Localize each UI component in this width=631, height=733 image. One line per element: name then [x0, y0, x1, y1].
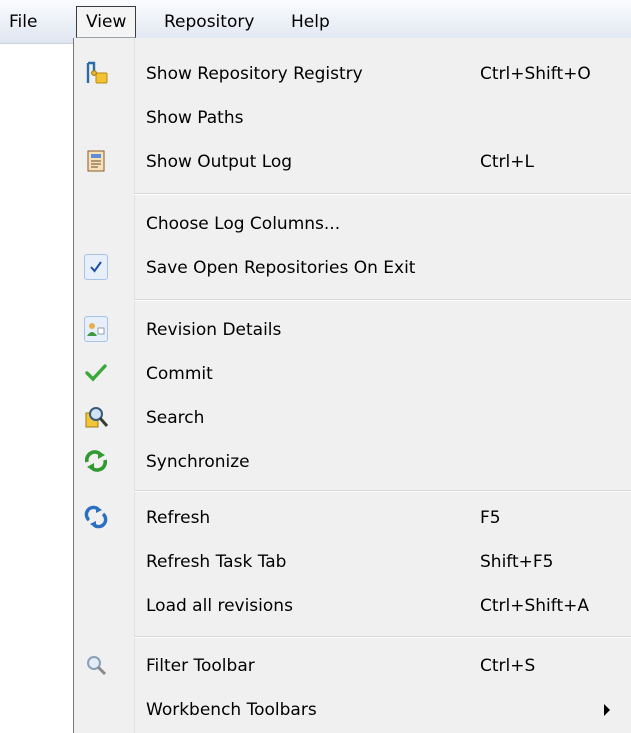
menu-separator	[134, 636, 631, 638]
submenu-arrow-icon	[604, 704, 610, 716]
menu-item-revision-details[interactable]: Revision Details	[74, 308, 631, 352]
menu-repository[interactable]: Repository	[155, 6, 263, 38]
menu-item-workbench-toolbars[interactable]: Workbench Toolbars	[74, 688, 631, 732]
filter-icon	[83, 652, 109, 678]
menu-item-show-paths[interactable]: Show Paths	[74, 96, 631, 140]
menu-item-label: Show Paths	[146, 108, 244, 128]
menu-item-label: Show Output Log	[146, 152, 293, 172]
menu-item-save-open-repositories-on-exit[interactable]: Save Open Repositories On Exit	[74, 246, 631, 290]
menu-separator	[134, 490, 631, 492]
menu-item-label: Refresh	[146, 508, 211, 528]
menu-file[interactable]: File	[0, 6, 46, 38]
menu-item-label: Revision Details	[146, 320, 282, 340]
search-icon	[83, 404, 109, 430]
menu-item-show-repository-registry[interactable]: Show Repository Registry Ctrl+Shift+O	[74, 52, 631, 96]
shortcut-label: Shift+F5	[480, 552, 554, 572]
menu-item-search[interactable]: Search	[74, 396, 631, 440]
synchronize-icon	[83, 448, 109, 474]
refresh-icon	[83, 504, 109, 530]
menu-item-label: Filter Toolbar	[146, 656, 255, 676]
revision-details-icon	[83, 316, 109, 342]
commit-icon	[83, 360, 109, 386]
menu-item-label: Show Repository Registry	[146, 64, 363, 84]
output-log-icon	[83, 148, 109, 174]
menu-separator	[134, 299, 631, 301]
shortcut-label: Ctrl+L	[480, 152, 534, 172]
shortcut-label: Ctrl+S	[480, 656, 536, 676]
menu-item-label: Synchronize	[146, 452, 250, 472]
menu-item-choose-log-columns[interactable]: Choose Log Columns...	[74, 202, 631, 246]
menu-item-label: Workbench Toolbars	[146, 700, 317, 720]
menu-item-label: Choose Log Columns...	[146, 214, 341, 234]
menu-separator	[134, 193, 631, 195]
checkmark-icon	[83, 254, 109, 280]
menu-item-label: Refresh Task Tab	[146, 552, 287, 572]
menu-item-synchronize[interactable]: Synchronize	[74, 440, 631, 484]
menu-item-label: Save Open Repositories On Exit	[146, 258, 416, 278]
menu-help[interactable]: Help	[282, 6, 339, 38]
view-dropdown-menu: Show Repository Registry Ctrl+Shift+O Sh…	[73, 38, 631, 733]
shortcut-label: F5	[480, 508, 501, 528]
menu-item-label: Load all revisions	[146, 596, 293, 616]
menu-item-filter-toolbar[interactable]: Filter Toolbar Ctrl+S	[74, 644, 631, 688]
menu-view[interactable]: View	[76, 6, 137, 38]
menu-item-commit[interactable]: Commit	[74, 352, 631, 396]
shortcut-label: Ctrl+Shift+A	[480, 596, 590, 616]
shortcut-label: Ctrl+Shift+O	[480, 64, 591, 84]
menu-item-label: Commit	[146, 364, 213, 384]
menu-item-refresh[interactable]: Refresh F5	[74, 496, 631, 540]
repository-registry-icon	[83, 60, 109, 86]
menu-item-load-all-revisions[interactable]: Load all revisions Ctrl+Shift+A	[74, 584, 631, 628]
menu-item-show-output-log[interactable]: Show Output Log Ctrl+L	[74, 140, 631, 184]
menu-item-refresh-task-tab[interactable]: Refresh Task Tab Shift+F5	[74, 540, 631, 584]
menu-item-label: Search	[146, 408, 205, 428]
